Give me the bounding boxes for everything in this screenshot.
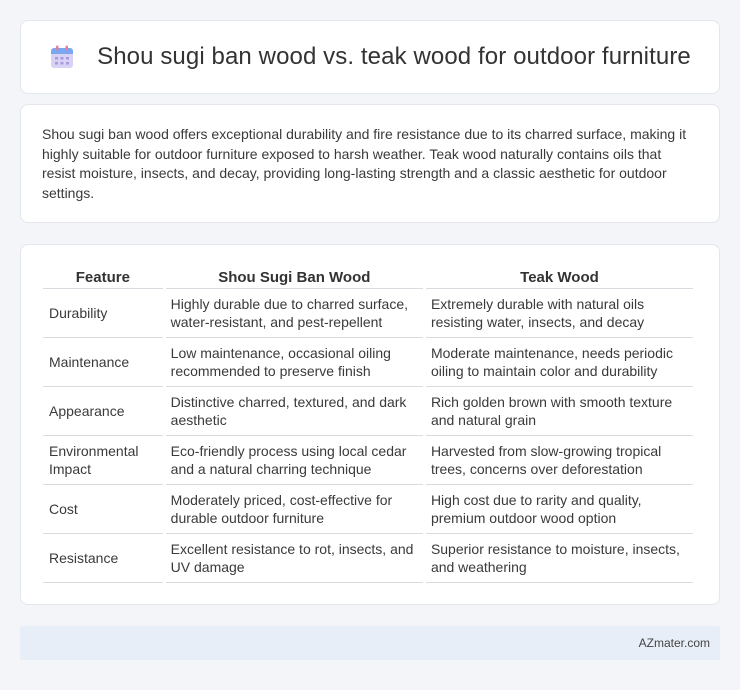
title-card: Shou sugi ban wood vs. teak wood for out… (20, 20, 720, 94)
intro-paragraph: Shou sugi ban wood offers exceptional du… (42, 126, 687, 201)
comparison-card: Feature Shou Sugi Ban Wood Teak Wood Dur… (20, 244, 720, 605)
table-row: Appearance Distinctive charred, textured… (43, 387, 693, 436)
feature-cell: Appearance (43, 387, 163, 436)
teak-cell: Rich golden brown with smooth texture an… (425, 387, 693, 436)
table-row: Durability Highly durable due to charred… (43, 289, 693, 338)
calendar-icon (51, 45, 74, 68)
intro-card: Shou sugi ban wood offers exceptional du… (20, 104, 720, 223)
footer-bar: AZmater.com (20, 626, 720, 660)
feature-cell: Maintenance (43, 338, 163, 387)
table-row: Cost Moderately priced, cost-effective f… (43, 485, 693, 534)
table-row: Maintenance Low maintenance, occasional … (43, 338, 693, 387)
shou-sugi-ban-cell: Highly durable due to charred surface, w… (165, 289, 423, 338)
column-header-teak: Teak Wood (425, 267, 693, 289)
feature-cell: Durability (43, 289, 163, 338)
shou-sugi-ban-cell: Low maintenance, occasional oiling recom… (165, 338, 423, 387)
teak-cell: Superior resistance to moisture, insects… (425, 534, 693, 583)
shou-sugi-ban-cell: Moderately priced, cost-effective for du… (165, 485, 423, 534)
comparison-table: Feature Shou Sugi Ban Wood Teak Wood Dur… (40, 267, 696, 583)
feature-cell: Environmental Impact (43, 436, 163, 485)
table-row: Environmental Impact Eco-friendly proces… (43, 436, 693, 485)
teak-cell: High cost due to rarity and quality, pre… (425, 485, 693, 534)
feature-cell: Resistance (43, 534, 163, 583)
shou-sugi-ban-cell: Excellent resistance to rot, insects, an… (165, 534, 423, 583)
column-header-feature: Feature (43, 267, 163, 289)
feature-cell: Cost (43, 485, 163, 534)
teak-cell: Moderate maintenance, needs periodic oil… (425, 338, 693, 387)
footer-site-link[interactable]: AZmater.com (639, 636, 710, 650)
column-header-shou-sugi-ban: Shou Sugi Ban Wood (165, 267, 423, 289)
teak-cell: Harvested from slow-growing tropical tre… (425, 436, 693, 485)
table-header-row: Feature Shou Sugi Ban Wood Teak Wood (43, 267, 693, 289)
page-title: Shou sugi ban wood vs. teak wood for out… (97, 43, 691, 70)
shou-sugi-ban-cell: Distinctive charred, textured, and dark … (165, 387, 423, 436)
teak-cell: Extremely durable with natural oils resi… (425, 289, 693, 338)
shou-sugi-ban-cell: Eco-friendly process using local cedar a… (165, 436, 423, 485)
table-row: Resistance Excellent resistance to rot, … (43, 534, 693, 583)
